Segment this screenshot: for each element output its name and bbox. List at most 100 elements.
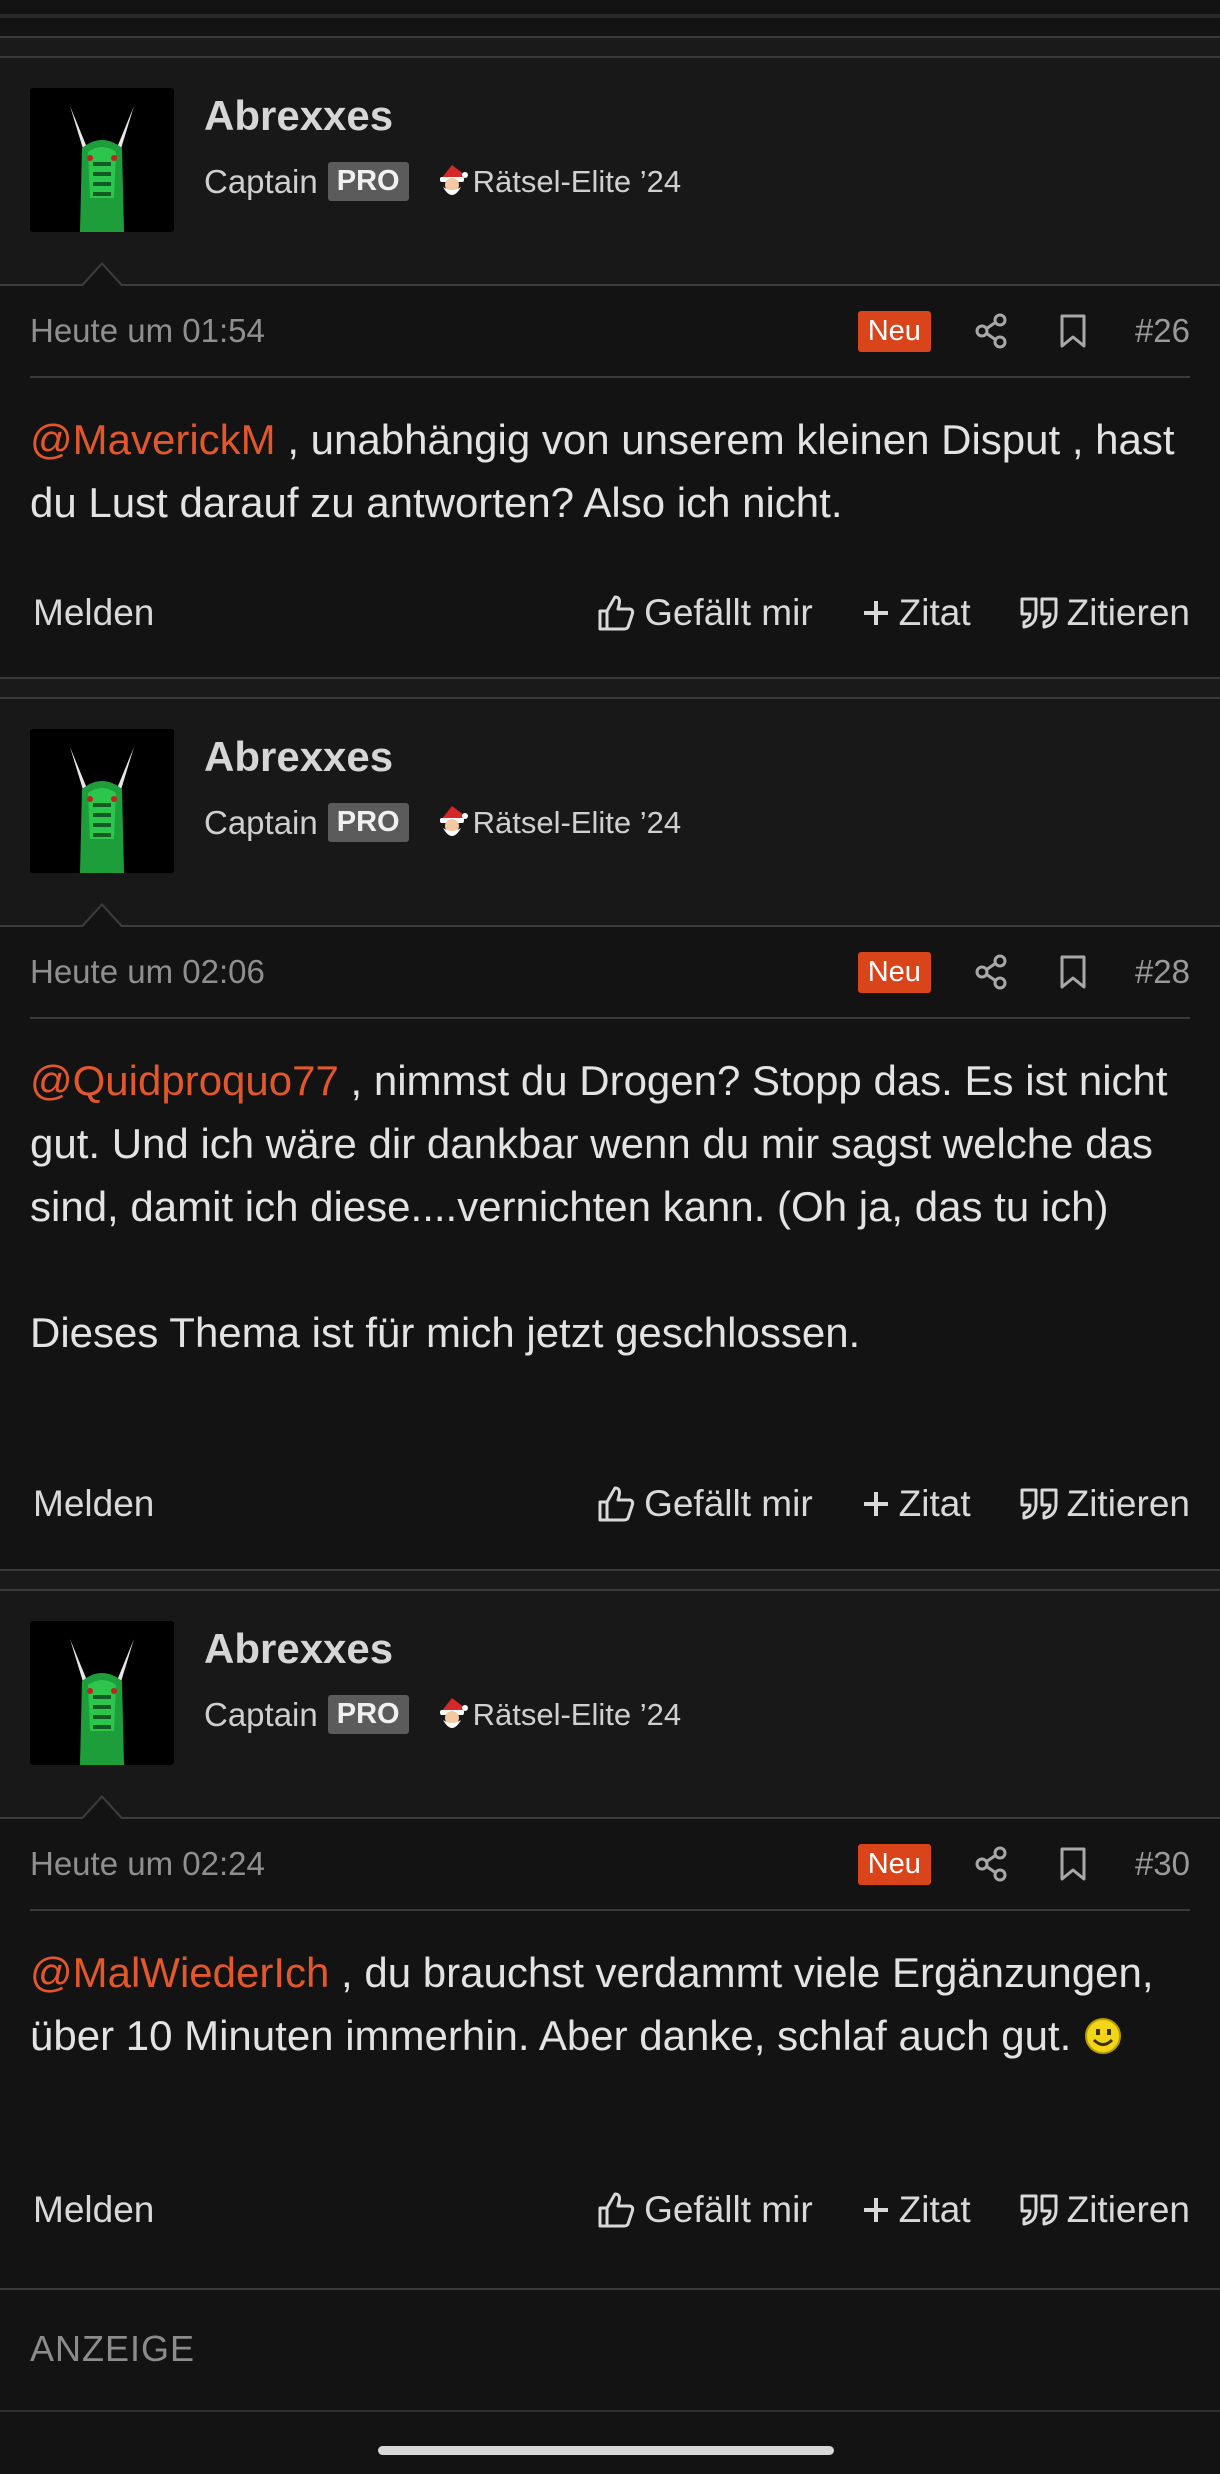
like-label: Gefällt mir — [644, 592, 813, 633]
quote-icon — [1020, 1488, 1058, 1520]
mention-link[interactable]: @MaverickM — [30, 416, 276, 463]
user-meta: Captain PRO Rätsel-Elite ’24 — [204, 803, 681, 842]
santa-icon — [439, 805, 468, 836]
quote-label: Zitieren — [1066, 592, 1190, 633]
award: Rätsel-Elite ’24 — [435, 163, 681, 201]
post-actions: Melden Gefällt mir Zitat Zitieren — [30, 2155, 1190, 2265]
post-meta-actions: Neu #30 — [857, 1843, 1190, 1885]
pro-badge: PRO — [327, 803, 409, 842]
header-caret — [80, 903, 124, 928]
post-28: Abrexxes Captain PRO Rätsel-Elite ’24 He… — [0, 677, 1220, 1559]
bookmark-icon[interactable] — [1053, 311, 1093, 351]
add-quote-label: Zitat — [898, 592, 971, 633]
santa-icon — [439, 164, 468, 195]
post-body: @MaverickM , unabhängig von unserem klei… — [30, 378, 1190, 558]
user-meta: Captain PRO Rätsel-Elite ’24 — [204, 1695, 681, 1734]
pro-badge: PRO — [327, 1695, 409, 1734]
smiley-icon — [1084, 2018, 1121, 2054]
like-label: Gefällt mir — [644, 2189, 813, 2230]
user-rank: Captain — [204, 162, 318, 200]
home-indicator[interactable] — [378, 2446, 834, 2455]
post-meta-actions: Neu #28 — [857, 951, 1190, 993]
avatar[interactable] — [30, 729, 174, 873]
top-divider — [0, 14, 1220, 18]
post-body: @Quidproquo77 , nimmst du Drogen? Stopp … — [30, 1019, 1190, 1449]
post-meta: Heute um 01:54 Neu #26 — [30, 286, 1190, 378]
author-block: Abrexxes Captain PRO Rätsel-Elite ’24 — [0, 1591, 1220, 1820]
author-block: Abrexxes Captain PRO Rätsel-Elite ’24 — [0, 699, 1220, 928]
avatar[interactable] — [30, 1621, 174, 1765]
user-meta: Captain PRO Rätsel-Elite ’24 — [204, 162, 681, 201]
plus-icon — [863, 601, 888, 625]
author-block: Abrexxes Captain PRO Rätsel-Elite ’24 — [0, 58, 1220, 287]
share-icon[interactable] — [971, 311, 1011, 351]
add-quote-label: Zitat — [898, 2189, 971, 2230]
report-button[interactable]: Melden — [33, 1483, 154, 1525]
post-timestamp[interactable]: Heute um 02:24 — [30, 1845, 265, 1883]
post-number[interactable]: #26 — [1135, 312, 1190, 350]
thumbs-up-icon — [598, 1486, 635, 1522]
bookmark-icon[interactable] — [1053, 952, 1093, 992]
quote-icon — [1020, 597, 1058, 629]
like-button[interactable]: Gefällt mir — [596, 592, 813, 634]
new-badge: Neu — [857, 1843, 931, 1885]
post-content: Heute um 02:24 Neu #30 @MalWiederIch , d… — [0, 1819, 1220, 2265]
share-icon[interactable] — [971, 1844, 1011, 1884]
mention-link[interactable]: @Quidproquo77 — [30, 1057, 339, 1104]
add-quote-button[interactable]: Zitat — [861, 1483, 971, 1525]
bookmark-icon[interactable] — [1053, 1844, 1093, 1884]
header-caret — [80, 262, 124, 287]
post-meta: Heute um 02:06 Neu #28 — [30, 927, 1190, 1019]
quote-button[interactable]: Zitieren — [1019, 592, 1190, 634]
thumbs-up-icon — [598, 2192, 635, 2228]
report-button[interactable]: Melden — [33, 592, 154, 634]
plus-icon — [863, 1492, 888, 1516]
award-label: Rätsel-Elite ’24 — [472, 804, 682, 840]
ad-section: ANZEIGE — [0, 2288, 1220, 2412]
pro-badge: PRO — [327, 162, 409, 201]
ad-label: ANZEIGE — [30, 2328, 196, 2369]
post-number[interactable]: #30 — [1135, 1845, 1190, 1883]
award: Rätsel-Elite ’24 — [435, 1696, 681, 1734]
post-content: Heute um 01:54 Neu #26 @MaverickM , unab… — [0, 286, 1220, 668]
like-button[interactable]: Gefällt mir — [596, 1483, 813, 1525]
post-26: Abrexxes Captain PRO Rätsel-Elite ’24 He… — [0, 36, 1220, 668]
header-caret — [80, 1795, 124, 1820]
post-timestamp[interactable]: Heute um 01:54 — [30, 312, 265, 350]
mention-link[interactable]: @MalWiederIch — [30, 1949, 329, 1996]
new-badge: Neu — [857, 310, 931, 352]
post-text-paragraph: Dieses Thema ist für mich jetzt geschlos… — [30, 1309, 861, 1356]
post-meta-actions: Neu #26 — [857, 310, 1190, 352]
like-label: Gefällt mir — [644, 1483, 813, 1524]
like-button[interactable]: Gefällt mir — [596, 2189, 813, 2231]
username[interactable]: Abrexxes — [204, 1625, 393, 1673]
plus-icon — [863, 2198, 888, 2222]
quote-button[interactable]: Zitieren — [1019, 1483, 1190, 1525]
avatar[interactable] — [30, 88, 174, 232]
post-timestamp[interactable]: Heute um 02:06 — [30, 953, 265, 991]
new-badge: Neu — [857, 951, 931, 993]
username[interactable]: Abrexxes — [204, 733, 393, 781]
quote-button[interactable]: Zitieren — [1019, 2189, 1190, 2231]
add-quote-button[interactable]: Zitat — [861, 2189, 971, 2231]
award-label: Rätsel-Elite ’24 — [472, 163, 682, 199]
add-quote-button[interactable]: Zitat — [861, 592, 971, 634]
quote-label: Zitieren — [1066, 1483, 1190, 1524]
post-body: @MalWiederIch , du brauchst verdammt vie… — [30, 1911, 1190, 2155]
share-icon[interactable] — [971, 952, 1011, 992]
username[interactable]: Abrexxes — [204, 92, 393, 140]
user-rank: Captain — [204, 1695, 318, 1733]
user-rank: Captain — [204, 803, 318, 841]
award-label: Rätsel-Elite ’24 — [472, 1696, 682, 1732]
quote-icon — [1020, 2194, 1058, 2226]
report-button[interactable]: Melden — [33, 2189, 154, 2231]
post-number[interactable]: #28 — [1135, 953, 1190, 991]
post-actions: Melden Gefällt mir Zitat Zitieren — [30, 558, 1190, 668]
thumbs-up-icon — [598, 595, 635, 631]
post-meta: Heute um 02:24 Neu #30 — [30, 1819, 1190, 1911]
quote-label: Zitieren — [1066, 2189, 1190, 2230]
post-30: Abrexxes Captain PRO Rätsel-Elite ’24 He… — [0, 1569, 1220, 2265]
santa-icon — [439, 1697, 468, 1728]
post-actions: Melden Gefällt mir Zitat Zitieren — [30, 1449, 1190, 1559]
post-content: Heute um 02:06 Neu #28 @Quidproquo77 , n… — [0, 927, 1220, 1559]
